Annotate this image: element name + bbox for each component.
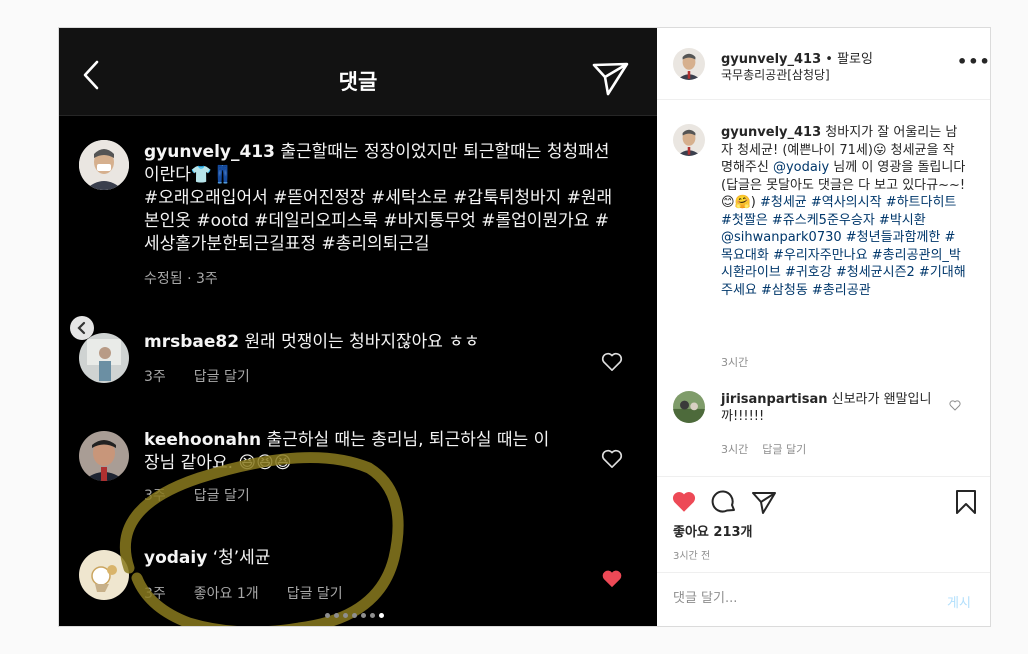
post-author: gyunvely_413 • 팔로잉 (721, 52, 873, 67)
post-time: 3시간 전 (673, 551, 711, 562)
bookmark-icon[interactable] (953, 489, 979, 515)
post-button[interactable]: 게시 (947, 592, 971, 611)
add-comment-bar: 게시 (657, 572, 990, 626)
mention-link[interactable]: @yodaiy (773, 160, 829, 175)
like-heart-icon[interactable] (601, 449, 623, 469)
avatar[interactable] (673, 391, 705, 423)
share-icon[interactable] (751, 489, 777, 515)
hashtag-line: 세상홀가분한퇴근길표정 #총리의퇴근길 (144, 234, 430, 254)
caption-time: 3시간 (721, 356, 749, 369)
avatar (79, 140, 129, 190)
reply-button[interactable]: 답글 달기 (762, 443, 806, 456)
comment-username[interactable]: keehoonahn (144, 430, 261, 450)
comment-username[interactable]: gyunvely_413 (144, 142, 275, 162)
caption-comment: gyunvely_413 출근할때는 정장이었지만 퇴근할때는 청청패션 이란다… (144, 142, 613, 254)
comment-input[interactable] (673, 591, 913, 606)
hashtag-line: 본인옷 #ootd #데일리오피스룩 #바지통무엇 #롤업이뭔가요 # (144, 211, 609, 231)
shirt-jeans-emoji: 👕👖 (190, 165, 234, 185)
post-image: 댓글 gyunvely_413 출근할때는 정장이었지만 퇴근할때는 청청패션 … (59, 28, 657, 626)
highlight-circle (119, 452, 404, 626)
location-link[interactable]: 국무총리공관[삼청당] (721, 66, 830, 83)
post-header: gyunvely_413 • 팔로잉 국무총리공관[삼청당] ••• (657, 28, 990, 100)
liked-heart-icon[interactable] (671, 489, 697, 515)
hashtag-links[interactable]: #청세균 #역사의시작 #하트다히트 #첫짤은 #쥬스케5준우승자 #박시환 @… (721, 195, 966, 298)
post-actions: 좋아요 213개 3시간 전 게시 (657, 476, 990, 626)
caption-username[interactable]: gyunvely_413 (721, 125, 821, 140)
like-heart-icon[interactable] (949, 400, 961, 411)
post-caption: gyunvely_413 청바지가 잘 어울리는 남자 청세균! (예쁜나이 7… (721, 125, 966, 298)
follow-status[interactable]: 팔로잉 (837, 52, 873, 67)
comment-text: mrsbae82 원래 멋쟁이는 청바지잖아요 ㅎㅎ (144, 332, 480, 352)
avatar[interactable] (673, 48, 705, 80)
avatar[interactable] (673, 124, 705, 156)
post-modal: 댓글 gyunvely_413 출근할때는 정장이었지만 퇴근할때는 청청패션 … (58, 27, 991, 627)
comments-header: 댓글 (59, 28, 657, 116)
comment-username[interactable]: jirisanpartisan (721, 392, 827, 407)
hashtag-line: #오래오래입어서 #뜯어진정장 #세탁소로 #갑툭튀청바지 #원래 (144, 188, 613, 208)
likes-count[interactable]: 좋아요 213개 (673, 521, 753, 540)
post-sidebar: gyunvely_413 • 팔로잉 국무총리공관[삼청당] ••• gyunv… (657, 28, 990, 626)
direct-send-icon (592, 62, 629, 96)
author-username[interactable]: gyunvely_413 (721, 52, 821, 67)
more-options-icon[interactable]: ••• (957, 52, 990, 71)
like-heart-icon[interactable] (601, 352, 623, 372)
comment-meta: 수정됨 · 3주 (144, 271, 218, 287)
comment-meta: 3주 답글 달기 (144, 369, 250, 385)
comment-username[interactable]: mrsbae82 (144, 332, 239, 352)
liked-heart-icon[interactable] (601, 569, 623, 589)
comments-title: 댓글 (338, 70, 378, 94)
comment-text: jirisanpartisan 신보라가 왠말입니까!!!!!! (721, 392, 932, 424)
carousel-dots (325, 603, 388, 618)
comment-icon[interactable] (711, 489, 737, 515)
avatar (79, 333, 129, 383)
comment-meta: 3시간 답글 달기 (721, 443, 807, 456)
reply-button[interactable]: 답글 달기 (194, 369, 250, 385)
